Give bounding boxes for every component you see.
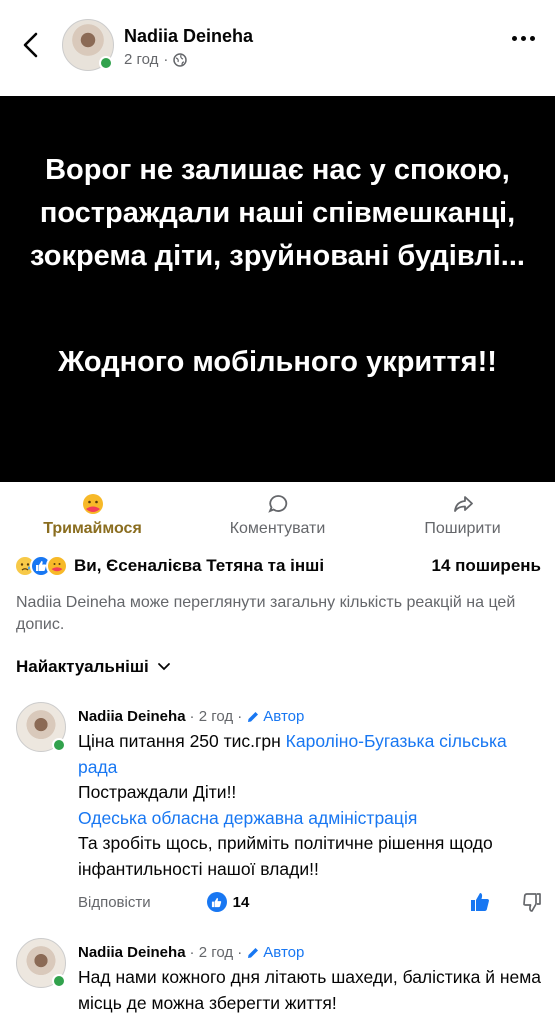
comment-icon [266, 492, 290, 516]
post-meta: 2 год · [124, 51, 188, 68]
sort-label: Найактуальніші [16, 657, 149, 676]
share-button[interactable]: Поширити [370, 482, 555, 542]
pencil-icon [248, 947, 259, 958]
author-badge: Автор [246, 708, 304, 725]
globe-icon [173, 52, 188, 67]
share-label: Поширити [424, 520, 501, 537]
comment-header: Nadiia Deineha · 2 год · Автор [78, 708, 304, 725]
comment-text: Над нами кожного дня літають шахеди, бал… [78, 965, 543, 1016]
comment-label: Коментувати [229, 520, 326, 537]
post-action-bar: Тримаймося Коментувати Поширити [0, 482, 555, 542]
reactions-visibility-note: Nadiia Deineha може переглянути загальну… [16, 594, 516, 633]
like-count-value: 14 [232, 893, 250, 911]
author-badge-label: Автор [263, 944, 305, 961]
author-badge: Автор [246, 944, 304, 961]
react-button[interactable]: Тримаймося [0, 482, 185, 542]
comment-reaction-buttons [469, 891, 543, 913]
comment-avatar[interactable] [16, 938, 66, 988]
comment-item: Nadiia Deineha · 2 год · Автор Ціна пита… [0, 702, 555, 922]
reaction-names: Ви, Єсеналієва Тетяна та інші [74, 556, 325, 575]
thumbs-up-icon[interactable] [469, 891, 491, 913]
meta-separator: · [163, 51, 169, 68]
reactions-summary[interactable]: Ви, Єсеналієва Тетяна та інші 14 поширен… [14, 553, 541, 579]
more-options-icon[interactable] [512, 36, 535, 41]
react-label: Тримаймося [43, 520, 142, 537]
comment-text-part: Над нами кожного дня літають шахеди, бал… [78, 967, 542, 1013]
comment-author[interactable]: Nadiia Deineha [78, 708, 186, 725]
comment-like-count[interactable]: 14 [206, 892, 250, 912]
post-text-emphasis: Жодного мобільного укриття!! [58, 346, 497, 378]
author-badge-label: Автор [263, 708, 305, 725]
comment-text-part: Та зробіть щось, прийміть політичне ріше… [78, 833, 493, 879]
comment-text-part: Ціна питання 250 тис.грн [78, 731, 286, 751]
post-content-image[interactable]: Ворог не залишає нас у спокою, постражда… [0, 96, 555, 482]
online-status-dot [52, 738, 66, 752]
comment-header: Nadiia Deineha · 2 год · Автор [78, 944, 304, 961]
comment-button[interactable]: Коментувати [185, 482, 370, 542]
online-status-dot [52, 974, 66, 988]
comment-text: Ціна питання 250 тис.грн Кароліно-Бугазь… [78, 729, 543, 882]
like-reaction-icon [206, 892, 227, 912]
comment-time: · 2 год · [189, 944, 243, 961]
author-name[interactable]: Nadiia Deineha [124, 26, 253, 47]
chevron-down-icon [157, 663, 170, 671]
post-time: 2 год [124, 51, 159, 68]
reply-button[interactable]: Відповісти [78, 894, 151, 911]
share-icon [451, 492, 475, 516]
comment-author[interactable]: Nadiia Deineha [78, 944, 186, 961]
comment-footer: Відповісти 14 [78, 890, 543, 914]
comment-avatar[interactable] [16, 702, 66, 752]
mention-link[interactable]: Одеська обласна державна адміністрація [78, 808, 417, 828]
comment-sort-dropdown[interactable]: Найактуальніші [16, 657, 171, 677]
care-reaction-small-icon [46, 555, 68, 577]
comment-item: Nadiia Deineha · 2 год · Автор Над нами … [0, 938, 555, 1024]
back-arrow-icon[interactable] [18, 30, 44, 60]
comment-text-part: Постраждали Діти!! [78, 782, 237, 802]
comment-time: · 2 год · [189, 708, 243, 725]
care-reaction-icon [81, 492, 105, 516]
pencil-icon [248, 711, 259, 722]
thumbs-down-icon[interactable] [521, 891, 543, 913]
post-text-main: Ворог не залишає нас у спокою, постражда… [30, 154, 525, 272]
shares-count[interactable]: 14 поширень [432, 556, 541, 576]
author-avatar[interactable] [62, 19, 114, 71]
online-status-dot [99, 56, 113, 70]
post-header: Nadiia Deineha 2 год · [0, 0, 555, 96]
